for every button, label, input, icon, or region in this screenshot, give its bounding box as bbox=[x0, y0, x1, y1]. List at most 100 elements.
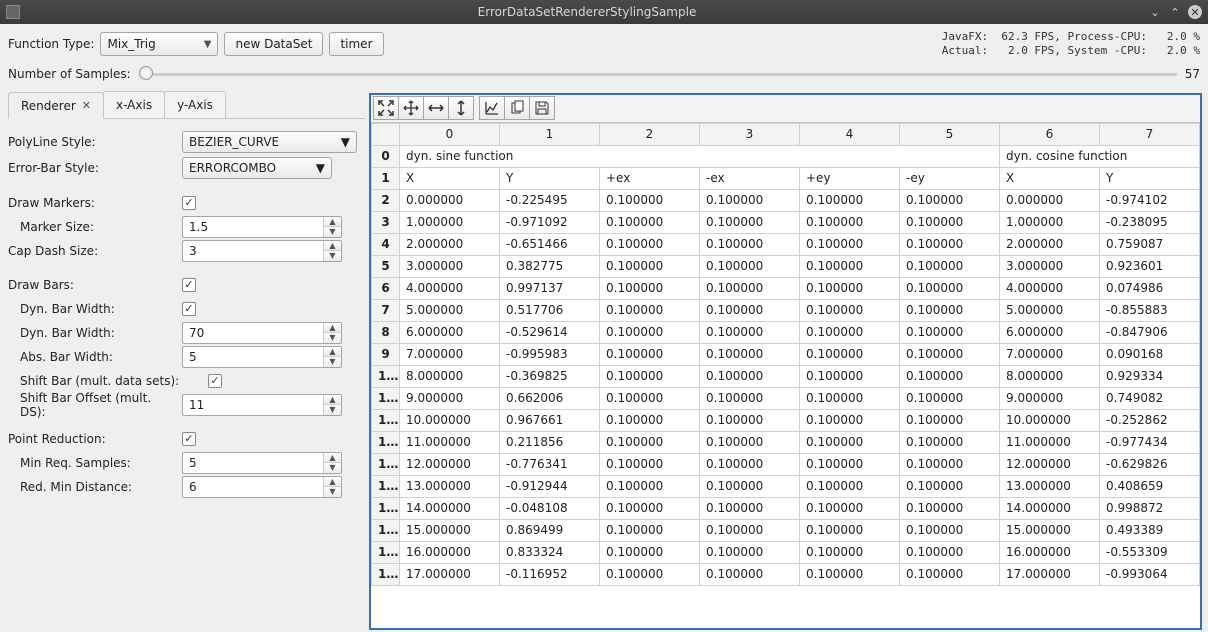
abs-bar-width-spinner[interactable]: 5 ▲▼ bbox=[182, 346, 342, 368]
data-cell[interactable]: 0.100000 bbox=[900, 431, 1000, 453]
data-cell[interactable]: 0.100000 bbox=[800, 299, 900, 321]
data-cell[interactable]: 0.100000 bbox=[600, 541, 700, 563]
data-cell[interactable]: 1.000000 bbox=[400, 211, 500, 233]
spinner-down-icon[interactable]: ▼ bbox=[323, 357, 341, 367]
pan-icon[interactable] bbox=[398, 96, 424, 120]
close-tab-icon[interactable]: ✕ bbox=[82, 99, 91, 112]
data-cell[interactable]: -0.048108 bbox=[500, 497, 600, 519]
data-cell[interactable]: 0.100000 bbox=[600, 277, 700, 299]
data-cell[interactable]: 0.090168 bbox=[1100, 343, 1200, 365]
data-cell[interactable]: 0.929334 bbox=[1100, 365, 1200, 387]
row-header[interactable]: 14 bbox=[372, 453, 400, 475]
data-cell[interactable]: 0.100000 bbox=[700, 343, 800, 365]
data-cell[interactable]: 0.100000 bbox=[800, 211, 900, 233]
dataset-name[interactable]: dyn. cosine function bbox=[1000, 145, 1200, 167]
zoom-fit-icon[interactable] bbox=[373, 96, 399, 120]
data-cell[interactable]: 0.923601 bbox=[1100, 255, 1200, 277]
data-cell[interactable]: 13.000000 bbox=[400, 475, 500, 497]
chart-icon[interactable] bbox=[479, 96, 505, 120]
row-header[interactable]: 4 bbox=[372, 233, 400, 255]
col-header[interactable]: 4 bbox=[800, 123, 900, 145]
col-header[interactable]: 1 bbox=[500, 123, 600, 145]
data-cell[interactable]: 0.869499 bbox=[500, 519, 600, 541]
data-cell[interactable]: 17.000000 bbox=[1000, 563, 1100, 585]
data-cell[interactable]: 0.100000 bbox=[800, 189, 900, 211]
row-header[interactable]: 10 bbox=[372, 365, 400, 387]
data-cell[interactable]: 0.100000 bbox=[900, 255, 1000, 277]
data-cell[interactable]: 0.100000 bbox=[900, 277, 1000, 299]
data-cell[interactable]: 12.000000 bbox=[1000, 453, 1100, 475]
data-cell[interactable]: -0.553309 bbox=[1100, 541, 1200, 563]
subheader-cell[interactable]: +ex bbox=[600, 167, 700, 189]
row-header[interactable]: 16 bbox=[372, 497, 400, 519]
red-min-distance-spinner[interactable]: 6 ▲▼ bbox=[182, 476, 342, 498]
data-cell[interactable]: 0.100000 bbox=[600, 519, 700, 541]
row-header[interactable]: 7 bbox=[372, 299, 400, 321]
data-cell[interactable]: -0.776341 bbox=[500, 453, 600, 475]
data-cell[interactable]: 0.100000 bbox=[600, 409, 700, 431]
col-header[interactable]: 6 bbox=[1000, 123, 1100, 145]
data-cell[interactable]: -0.629826 bbox=[1100, 453, 1200, 475]
row-header[interactable]: 12 bbox=[372, 409, 400, 431]
data-cell[interactable]: 0.100000 bbox=[700, 563, 800, 585]
data-cell[interactable]: 0.100000 bbox=[600, 497, 700, 519]
data-cell[interactable]: 0.100000 bbox=[700, 453, 800, 475]
data-cell[interactable]: 0.662006 bbox=[500, 387, 600, 409]
shift-bar-checkbox[interactable]: ✓ bbox=[208, 374, 222, 388]
data-cell[interactable]: 0.100000 bbox=[700, 431, 800, 453]
data-cell[interactable]: 0.100000 bbox=[700, 299, 800, 321]
data-cell[interactable]: -0.971092 bbox=[500, 211, 600, 233]
data-cell[interactable]: 0.100000 bbox=[600, 365, 700, 387]
data-cell[interactable]: 0.100000 bbox=[800, 321, 900, 343]
data-cell[interactable]: 0.493389 bbox=[1100, 519, 1200, 541]
point-reduction-checkbox[interactable]: ✓ bbox=[182, 432, 196, 446]
data-cell[interactable]: 0.100000 bbox=[700, 233, 800, 255]
data-cell[interactable]: 0.100000 bbox=[700, 321, 800, 343]
data-cell[interactable]: 3.000000 bbox=[1000, 255, 1100, 277]
data-cell[interactable]: 0.759087 bbox=[1100, 233, 1200, 255]
spinner-down-icon[interactable]: ▼ bbox=[323, 405, 341, 415]
data-cell[interactable]: 15.000000 bbox=[1000, 519, 1100, 541]
row-header[interactable]: 2 bbox=[372, 189, 400, 211]
data-cell[interactable]: 0.967661 bbox=[500, 409, 600, 431]
data-cell[interactable]: -0.912944 bbox=[500, 475, 600, 497]
spinner-down-icon[interactable]: ▼ bbox=[323, 487, 341, 497]
data-cell[interactable]: 0.517706 bbox=[500, 299, 600, 321]
spinner-up-icon[interactable]: ▲ bbox=[323, 323, 341, 334]
data-cell[interactable]: 0.100000 bbox=[900, 189, 1000, 211]
row-header[interactable]: 8 bbox=[372, 321, 400, 343]
row-header[interactable]: 17 bbox=[372, 519, 400, 541]
data-cell[interactable]: 14.000000 bbox=[400, 497, 500, 519]
data-cell[interactable]: 0.100000 bbox=[600, 211, 700, 233]
data-cell[interactable]: 0.100000 bbox=[800, 563, 900, 585]
data-grid-scroll[interactable]: 012345670dyn. sine functiondyn. cosine f… bbox=[371, 123, 1200, 628]
data-cell[interactable]: 17.000000 bbox=[400, 563, 500, 585]
data-cell[interactable]: 0.100000 bbox=[700, 211, 800, 233]
data-cell[interactable]: 0.100000 bbox=[900, 453, 1000, 475]
data-cell[interactable]: 0.100000 bbox=[900, 497, 1000, 519]
samples-slider[interactable] bbox=[139, 65, 1177, 83]
data-cell[interactable]: -0.855883 bbox=[1100, 299, 1200, 321]
data-cell[interactable]: -0.847906 bbox=[1100, 321, 1200, 343]
row-header[interactable]: 1 bbox=[372, 167, 400, 189]
data-cell[interactable]: 0.100000 bbox=[800, 409, 900, 431]
row-header[interactable]: 0 bbox=[372, 145, 400, 167]
spinner-up-icon[interactable]: ▲ bbox=[323, 347, 341, 358]
maximize-icon[interactable]: ⌃ bbox=[1168, 5, 1182, 19]
data-cell[interactable]: -0.116952 bbox=[500, 563, 600, 585]
row-header[interactable]: 6 bbox=[372, 277, 400, 299]
data-cell[interactable]: 0.100000 bbox=[700, 519, 800, 541]
data-cell[interactable]: 0.100000 bbox=[900, 365, 1000, 387]
data-cell[interactable]: -0.993064 bbox=[1100, 563, 1200, 585]
data-cell[interactable]: 0.100000 bbox=[800, 497, 900, 519]
data-cell[interactable]: 0.100000 bbox=[600, 189, 700, 211]
data-cell[interactable]: 2.000000 bbox=[1000, 233, 1100, 255]
data-cell[interactable]: 0.100000 bbox=[600, 453, 700, 475]
close-icon[interactable]: ✕ bbox=[1188, 5, 1202, 19]
spinner-down-icon[interactable]: ▼ bbox=[323, 333, 341, 343]
data-cell[interactable]: 0.833324 bbox=[500, 541, 600, 563]
spinner-up-icon[interactable]: ▲ bbox=[323, 477, 341, 488]
data-cell[interactable]: 0.100000 bbox=[700, 409, 800, 431]
data-cell[interactable]: -0.529614 bbox=[500, 321, 600, 343]
data-cell[interactable]: 10.000000 bbox=[1000, 409, 1100, 431]
